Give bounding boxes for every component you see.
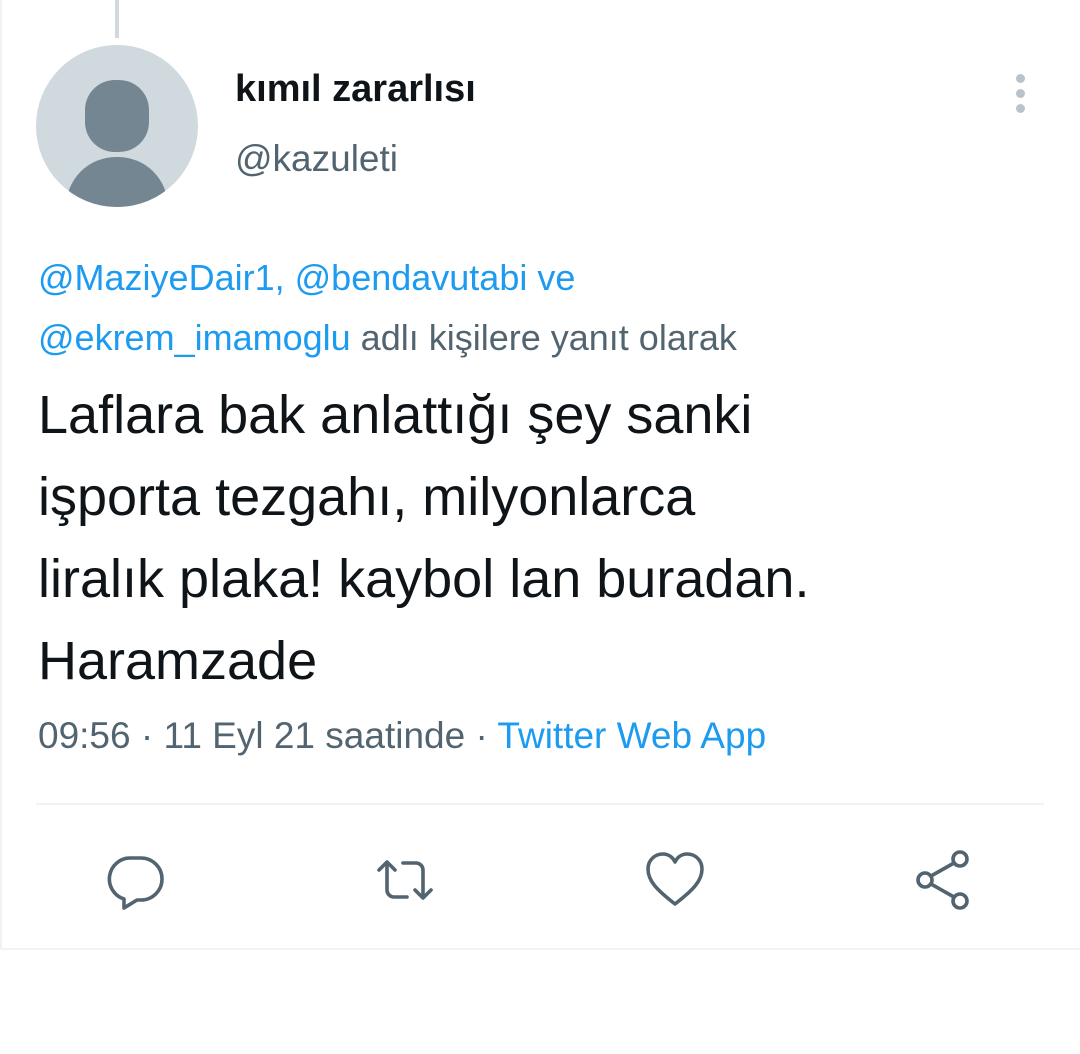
mention-link-1[interactable]: @MaziyeDair1, [38, 257, 285, 298]
bottom-divider [0, 948, 1080, 950]
reply-icon [107, 856, 164, 910]
tweet-source[interactable]: Twitter Web App [497, 715, 766, 756]
user-display-name[interactable]: kımıl zararlısı [235, 68, 476, 111]
avatar-placeholder-head [85, 80, 149, 152]
share-icon [916, 850, 969, 910]
tweet-time[interactable]: 09:56 [38, 715, 131, 756]
timeline-left-border [0, 0, 2, 950]
meta-separator-1: · [140, 715, 154, 756]
reply-button[interactable] [104, 848, 168, 912]
share-button[interactable] [912, 848, 976, 912]
avatar-placeholder-body [66, 157, 168, 207]
mention-link-3[interactable]: @ekrem_imamoglu [38, 317, 351, 358]
like-heart-icon [646, 852, 704, 906]
meta-separator-2: · [475, 715, 488, 756]
reply-context-suffix: adlı kişilere yanıt olarak [360, 317, 737, 358]
divider [36, 803, 1044, 805]
tweet-text: Laflara bak anlattığı şey sanki işporta … [38, 385, 810, 691]
reply-context: @MaziyeDair1, @bendavutabi ve @ekrem_ima… [38, 248, 1038, 368]
user-handle[interactable]: @kazuleti [235, 138, 398, 180]
tweet-meta: 09:56 · 11 Eyl 21 saatinde · Twitter Web… [38, 715, 766, 757]
thread-connector-line [115, 0, 119, 38]
avatar[interactable] [36, 45, 198, 207]
retweet-icon [377, 860, 433, 900]
reply-context-joiner: ve [537, 257, 576, 298]
retweet-button[interactable] [373, 848, 437, 912]
like-button[interactable] [643, 848, 707, 912]
tweet-date[interactable]: 11 Eyl 21 saatinde [163, 715, 465, 756]
mention-link-2[interactable]: @bendavutabi [295, 257, 528, 298]
more-vertical-icon[interactable] [1004, 70, 1036, 116]
